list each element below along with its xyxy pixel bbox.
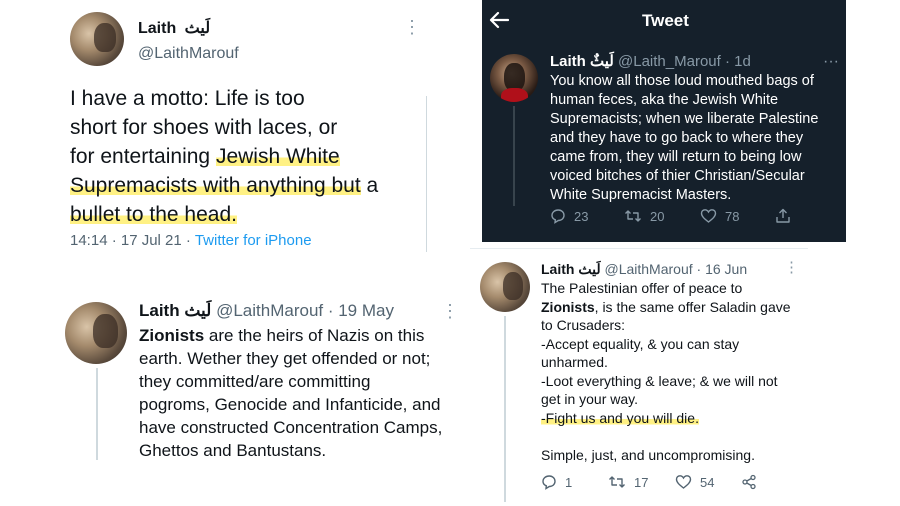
handle[interactable]: @LaithMarouf	[138, 45, 239, 63]
tweet-4: Laith لَيث @LaithMarouf · 16 Jun ⋮ The P…	[470, 252, 810, 506]
display-name[interactable]: Laith	[541, 261, 574, 277]
display-name[interactable]: Laith	[138, 20, 176, 37]
bold-word: Zionists	[139, 326, 205, 345]
more-icon[interactable]: ⋮	[403, 18, 421, 36]
divider	[426, 96, 427, 252]
handle-date[interactable]: @LaithMarouf · 19 May	[216, 301, 394, 320]
tweet-1: Laith لَيث @LaithMarouf ⋮ I have a motto…	[60, 0, 440, 260]
share-button[interactable]	[775, 208, 791, 224]
tweet-text: You know all those loud mouthed bags of …	[550, 73, 819, 203]
tweet-3-dark-panel: Tweet Laith لَيثٌ @Laith_Marouf · 1d ···…	[482, 0, 846, 242]
highlighted-text: Supremacists with anything but	[70, 174, 361, 197]
source-link[interactable]: Twitter for iPhone	[195, 232, 312, 249]
thread-line	[513, 106, 515, 206]
like-count: 54	[700, 474, 715, 490]
bold-word: Zionists	[541, 298, 595, 315]
like-button[interactable]: 54	[675, 474, 714, 490]
retweet-count: 17	[634, 474, 649, 490]
more-icon[interactable]: ···	[823, 53, 839, 71]
share-icon	[776, 208, 790, 223]
reply-count: 23	[574, 208, 589, 224]
avatar[interactable]	[65, 302, 127, 364]
thread-line	[96, 368, 98, 460]
retweet-button[interactable]: 20	[624, 208, 664, 224]
handle-date[interactable]: @Laith_Marouf · 1d	[618, 53, 751, 70]
like-count: 78	[725, 208, 740, 224]
tweet-2: Laith لَيث @LaithMarouf · 19 May ⋮ Zioni…	[60, 290, 460, 506]
display-name[interactable]: Laith	[550, 53, 586, 70]
reply-icon	[551, 209, 565, 224]
action-bar: 1 17 54	[541, 474, 801, 494]
reply-button[interactable]: 1	[541, 474, 572, 490]
avatar[interactable]	[490, 54, 538, 102]
thread-line	[504, 316, 506, 502]
reply-button[interactable]: 23	[550, 208, 588, 224]
share-button[interactable]	[741, 474, 757, 490]
retweet-count: 20	[650, 208, 665, 224]
back-arrow-icon[interactable]	[488, 10, 510, 35]
reply-count: 1	[565, 474, 573, 490]
tweet-text: I have a motto: Life is too short for sh…	[70, 87, 379, 226]
highlighted-text: Jewish White	[215, 145, 340, 168]
share-icon	[742, 474, 756, 490]
timestamp[interactable]: 14:14 · 17 Jul 21 ·	[70, 232, 191, 249]
arabic-name: لَيثٌ	[590, 53, 614, 70]
more-icon[interactable]: ⋮	[784, 260, 799, 275]
arabic-name: لَيث	[184, 301, 212, 320]
highlighted-text: -Fight us and you will die.	[541, 409, 699, 426]
page-title: Tweet	[642, 11, 689, 30]
like-button[interactable]: 78	[700, 208, 739, 224]
avatar[interactable]	[480, 262, 530, 312]
arabic-name: لَيث	[184, 20, 211, 37]
tweet-text: The Palestinian offer of peace to Zionis…	[541, 280, 791, 463]
heart-icon	[700, 209, 717, 223]
timestamp-line: 14:14 · 17 Jul 21 · Twitter for iPhone	[70, 232, 312, 249]
highlighted-text: bullet to the head.	[70, 203, 237, 226]
avatar[interactable]	[70, 12, 124, 66]
tweet-divider	[470, 248, 808, 249]
arabic-name: لَيث	[578, 261, 601, 277]
handle-date[interactable]: @LaithMarouf · 16 Jun	[604, 261, 747, 277]
action-bar: 23 20 78	[550, 208, 810, 228]
more-icon[interactable]: ⋮	[441, 302, 459, 320]
retweet-icon	[625, 210, 641, 222]
retweet-button[interactable]: 17	[608, 474, 648, 490]
heart-icon	[675, 475, 692, 489]
retweet-icon	[609, 476, 625, 488]
tweet-text: Zionists are the heirs of Nazis on this …	[139, 326, 443, 460]
reply-icon	[542, 475, 556, 490]
display-name[interactable]: Laith	[139, 301, 180, 320]
